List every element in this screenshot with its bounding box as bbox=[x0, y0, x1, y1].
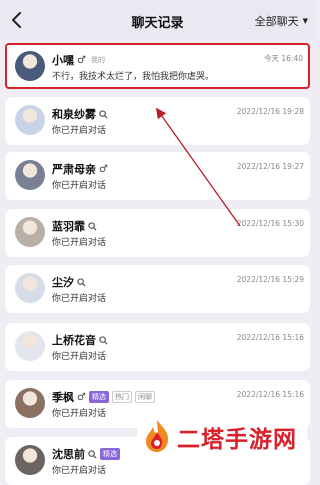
search-icon bbox=[88, 221, 97, 231]
male-icon: ♂ bbox=[77, 391, 86, 403]
last-message: 你已开启对话 bbox=[52, 238, 107, 248]
avatar[interactable] bbox=[15, 331, 45, 361]
name-row: 严肃母亲 ♂ bbox=[52, 161, 108, 177]
male-icon: ♂ bbox=[77, 54, 86, 66]
message-time: 2022/12/16 15:30 bbox=[236, 219, 304, 228]
name-row: 沈思前 精选 bbox=[52, 446, 120, 462]
name-row: 和泉纱雾 bbox=[52, 106, 108, 122]
search-icon bbox=[99, 335, 108, 345]
contact-name: 严肃母亲 bbox=[52, 163, 96, 176]
search-icon bbox=[99, 109, 108, 119]
message-time: 2022/12/16 15:16 bbox=[236, 390, 304, 399]
last-message: 你已开启对话 bbox=[52, 466, 107, 476]
chat-filter-dropdown[interactable]: 全部聊天 ▼ bbox=[255, 13, 308, 29]
name-row: 季枫 ♂ 精选 热门 闲聊 bbox=[52, 389, 155, 405]
message-time: 今天 16:40 bbox=[264, 54, 303, 63]
name-row: 小嘿 ♂ 我的 bbox=[52, 52, 105, 68]
filter-label: 全部聊天 bbox=[254, 15, 299, 28]
message-time: 2022/12/16 19:27 bbox=[236, 162, 304, 171]
last-message: 你已开启对话 bbox=[52, 352, 107, 362]
chat-list-item[interactable]: 小嘿 ♂ 我的不行，我技术太烂了，我怕我把你虐哭。 今天 16:40 bbox=[5, 43, 310, 89]
category-tag: 闲聊 bbox=[134, 391, 155, 403]
featured-badge: 精选 bbox=[100, 448, 120, 460]
search-icon bbox=[88, 449, 97, 459]
last-message: 你已开启对话 bbox=[52, 126, 107, 136]
last-message: 你已开启对话 bbox=[52, 409, 107, 419]
avatar[interactable] bbox=[15, 388, 45, 418]
message-time: 2022/12/16 15:29 bbox=[236, 275, 304, 284]
last-message: 你已开启对话 bbox=[52, 181, 107, 191]
avatar[interactable] bbox=[15, 217, 45, 247]
chat-list-item[interactable]: 蓝羽霏你已开启对话 2022/12/16 15:30 bbox=[5, 209, 310, 257]
avatar[interactable] bbox=[15, 51, 45, 81]
chat-list-item[interactable]: 和泉纱雾你已开启对话 2022/12/16 19:28 bbox=[5, 97, 310, 145]
contact-name: 上桥花音 bbox=[52, 334, 96, 347]
name-row: 尘汐 bbox=[52, 274, 86, 290]
message-time: 2022/12/16 15:16 bbox=[236, 333, 304, 342]
category-tag: 热门 bbox=[111, 391, 132, 403]
name-row: 上桥花音 bbox=[52, 332, 108, 348]
mine-tag: 我的 bbox=[90, 56, 105, 64]
avatar[interactable] bbox=[15, 105, 45, 135]
chat-list-item[interactable]: 上桥花音你已开启对话 2022/12/16 15:16 bbox=[5, 323, 310, 371]
caret-down-icon: ▼ bbox=[302, 17, 308, 25]
avatar[interactable] bbox=[15, 160, 45, 190]
header-bar: 聊天记录 全部聊天 ▼ bbox=[0, 0, 315, 40]
avatar[interactable] bbox=[15, 273, 45, 303]
last-message: 你已开启对话 bbox=[52, 294, 107, 304]
search-icon bbox=[77, 277, 86, 287]
last-message: 不行，我技术太烂了，我怕我把你虐哭。 bbox=[52, 72, 215, 82]
contact-name: 季枫 bbox=[52, 391, 74, 404]
chat-list-item[interactable]: 尘汐你已开启对话 2022/12/16 15:29 bbox=[5, 265, 310, 313]
watermark-text: 二塔手游网 bbox=[177, 427, 297, 453]
name-row: 蓝羽霏 bbox=[52, 218, 97, 234]
male-icon: ♂ bbox=[99, 163, 108, 175]
avatar[interactable] bbox=[15, 445, 45, 475]
chat-list-item[interactable]: 严肃母亲 ♂ 你已开启对话 2022/12/16 19:27 bbox=[5, 152, 310, 200]
contact-name: 蓝羽霏 bbox=[52, 220, 85, 233]
featured-badge: 精选 bbox=[88, 391, 109, 403]
contact-name: 沈思前 bbox=[52, 448, 85, 461]
contact-name: 小嘿 bbox=[52, 54, 74, 67]
contact-name: 和泉纱雾 bbox=[52, 108, 96, 121]
flame-logo-icon bbox=[146, 420, 169, 452]
contact-name: 尘汐 bbox=[52, 276, 74, 289]
message-time: 2022/12/16 19:28 bbox=[236, 107, 304, 116]
watermark: 二塔手游网 bbox=[137, 412, 307, 460]
